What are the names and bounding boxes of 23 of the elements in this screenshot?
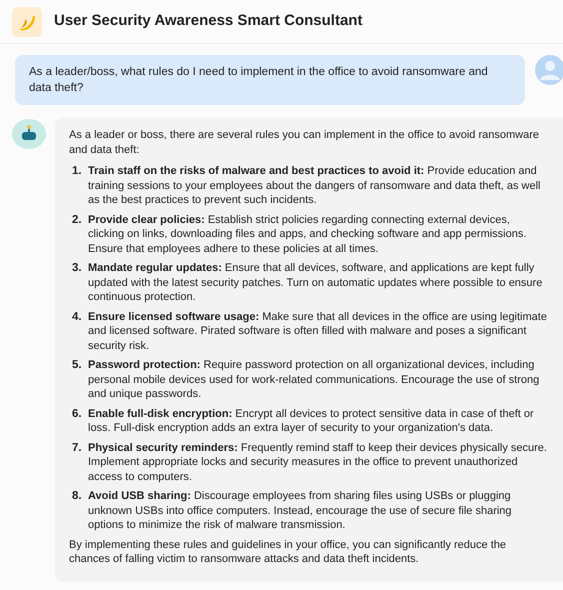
list-item-text: Password protection: Require password protection on all organizational devices, including personal mobile devices used for work-related communications. Encourage the use of strong and unique passwords.	[88, 358, 540, 402]
answer-intro: As a leader or boss, there are several rules you can implement in the office to avoid ransomware and data theft:	[69, 128, 540, 158]
list-number: 3.	[72, 261, 83, 276]
list-item-text: Ensure licensed software usage: Make sure that all devices in the office are using legitimate and licensed software. Pirated software is often filled with malware and poses a significant security risk.	[88, 310, 547, 353]
list-number: 4.	[72, 310, 83, 324]
list-number: 1.	[72, 164, 83, 179]
banana-logo-icon	[12, 6, 42, 36]
list-number: 6.	[72, 406, 83, 422]
list-number: 7.	[72, 440, 83, 456]
list-number: 5.	[72, 358, 83, 373]
list-item-text: Avoid USB sharing: Discourage employees from sharing files using USBs or plugging unknown USBs into office computers. Instead, encourage the use of secure file sharing options to minimize the risk of malware transmission.	[88, 489, 513, 532]
answer-conclusion: By implementing these rules and guidelines in your office, you can significantly reduce the chances of falling victim to ransomware attacks and data theft incidents.	[69, 538, 507, 566]
list-number: 2.	[72, 212, 83, 228]
user-message: As a leader/boss, what rules do I need to implement in the office to avoid ransomware and data theft?	[15, 55, 525, 105]
list-number: 8.	[72, 489, 83, 504]
list-item-text: Provide clear policies: Establish strict policies regarding connecting external devices, clicking on links, downloading files and apps, and checking software and app permissions. Ensure that employees adhere to these policies at all times.	[88, 212, 528, 256]
list-item-text: Physical security reminders: Frequently remind staff to keep their devices physically secure. Implement appropriate locks and security measures in the office to prevent unauthorized access to computers.	[88, 440, 547, 484]
user-avatar-icon	[535, 55, 563, 85]
list-item-text: Enable full-disk encryption: Encrypt all devices to protect sensitive data in case of theft or loss. Full-disk encryption adds an extra layer of security to your organization's data.	[88, 406, 535, 436]
bot-avatar-icon	[12, 119, 46, 149]
app-title: User Security Awareness Smart Consultant	[54, 11, 362, 32]
list-item-text: Mandate regular updates: Ensure that all devices, software, and applications are kept fully updated with the latest security patches. Turn on automatic updates where possible to ensure continuous protection.	[88, 261, 544, 304]
list-item-text: Train staff on the risks of malware and best practices to avoid it: Provide education and training sessions to your employees about the dangers of ransomware and data theft, as well as the best practices to prevent such incidents.	[88, 164, 542, 208]
